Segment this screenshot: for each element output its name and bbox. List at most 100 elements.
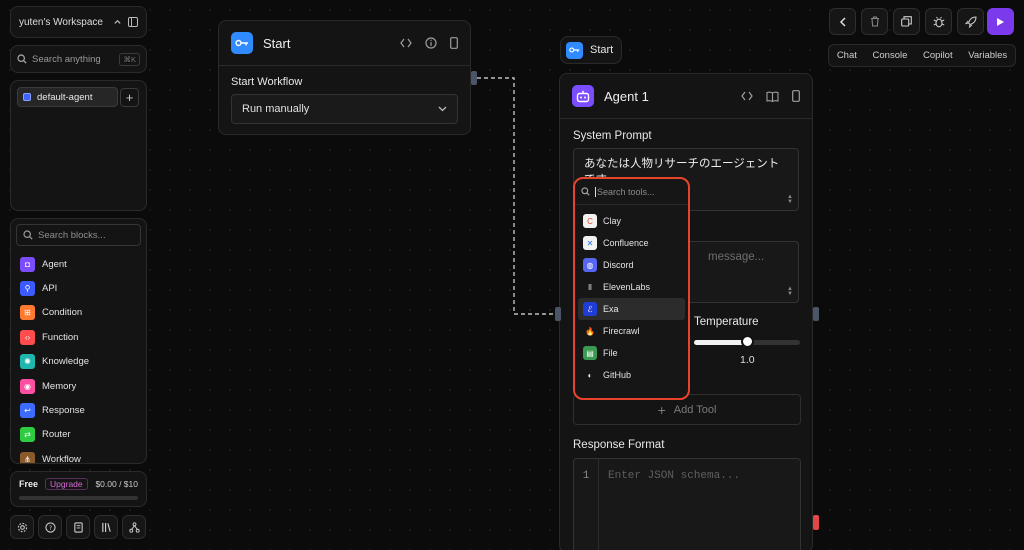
plan-usage: Free Upgrade $0.00 / $10 — [10, 471, 147, 507]
trigger-select[interactable]: Run manually — [231, 94, 458, 124]
block-agent[interactable]: ◘ Agent — [16, 252, 141, 276]
tool-label: File — [603, 348, 618, 358]
elevenlabs-icon: ll — [583, 280, 597, 294]
duplicate-icon[interactable] — [893, 8, 920, 35]
search-anything[interactable]: Search anything ⌘K — [10, 45, 147, 73]
sidebar-toggle-icon[interactable] — [128, 17, 138, 27]
temperature-slider-thumb[interactable] — [741, 335, 754, 348]
block-workflow[interactable]: ⋔ Workflow — [16, 447, 141, 464]
agent-item-default[interactable]: default-agent — [17, 87, 118, 107]
start-node-title: Start — [263, 35, 291, 51]
workspace-name: yuten's Workspace — [19, 16, 103, 28]
search-icon — [581, 187, 590, 196]
resize-arrows-icon: ▲ ▼ — [787, 194, 793, 205]
upgrade-button[interactable]: Upgrade — [45, 478, 88, 490]
tool-item-file[interactable]: ▤ File — [578, 342, 685, 364]
confluence-icon: ✕ — [583, 236, 597, 250]
github-icon: ◐ — [583, 368, 597, 382]
search-blocks-input[interactable]: Search blocks... — [16, 224, 141, 246]
usage-amount: $0.00 / $10 — [95, 479, 138, 489]
block-label: Workflow — [42, 453, 81, 464]
block-condition[interactable]: ⊞ Condition — [16, 301, 141, 325]
json-schema-editor[interactable]: 1 Enter JSON schema... — [573, 458, 801, 550]
tab-console[interactable]: Console — [873, 50, 908, 61]
panel-tabs: Chat Console Copilot Variables — [828, 44, 1016, 67]
code-icon[interactable] — [400, 37, 412, 49]
temperature-slider-fill — [694, 340, 747, 345]
start-key-icon — [231, 32, 253, 54]
block-label: Memory — [42, 380, 77, 392]
tab-copilot[interactable]: Copilot — [923, 50, 953, 61]
workspace-header[interactable]: yuten's Workspace — [10, 6, 147, 38]
discord-icon: ◍ — [583, 258, 597, 272]
search-anything-placeholder: Search anything — [32, 53, 101, 65]
bot-icon: ◘ — [20, 256, 35, 272]
memory-icon: ◉ — [20, 378, 35, 394]
temperature-label: Temperature — [694, 316, 759, 328]
tools-search-placeholder: Search tools... — [595, 186, 655, 197]
tools-dropdown[interactable]: Search tools... C Clay ✕ Confluence ◍ Disco… — [573, 177, 690, 400]
agent-node-header: Agent 1 — [560, 74, 812, 119]
network-icon[interactable] — [122, 515, 146, 539]
block-label: Router — [42, 429, 71, 441]
trash-icon[interactable] — [861, 8, 888, 35]
tools-search-input[interactable]: Search tools... — [575, 179, 688, 205]
tool-item-github[interactable]: ◐ GitHub — [578, 364, 685, 386]
tool-item-elevenlabs[interactable]: ll ElevenLabs — [578, 276, 685, 298]
rocket-icon[interactable] — [957, 8, 984, 35]
start-tag-label: Start — [590, 44, 614, 56]
agent-output-handle[interactable] — [813, 307, 819, 321]
bug-icon[interactable] — [925, 8, 952, 35]
mobile-icon[interactable] — [450, 37, 458, 49]
chevron-left-icon[interactable] — [829, 8, 856, 35]
tab-chat[interactable]: Chat — [837, 50, 857, 61]
temperature-value: 1.0 — [740, 354, 755, 366]
settings-icon[interactable] — [10, 515, 34, 539]
block-response[interactable]: ↩ Response — [16, 398, 141, 422]
tool-label: Firecrawl — [603, 326, 640, 336]
clay-icon: C — [583, 214, 597, 228]
trigger-value: Run manually — [242, 103, 310, 115]
function-icon: ‹› — [20, 329, 35, 345]
tool-item-firecrawl[interactable]: 🔥 Firecrawl — [578, 320, 685, 342]
agent-error-handle[interactable] — [813, 515, 819, 530]
block-api[interactable]: ⚲ API — [16, 276, 141, 300]
search-icon — [17, 54, 27, 64]
code-icon[interactable] — [741, 90, 753, 102]
tool-label: Discord — [603, 260, 634, 270]
mobile-icon[interactable] — [792, 90, 800, 102]
shortcut-badge: ⌘K — [119, 52, 140, 66]
tool-item-exa[interactable]: ℰ Exa — [578, 298, 685, 320]
book-icon[interactable] — [766, 90, 779, 102]
tool-item-clay[interactable]: C Clay — [578, 210, 685, 232]
help-icon[interactable]: ? — [38, 515, 62, 539]
play-icon[interactable] — [987, 8, 1014, 35]
library-icon[interactable] — [94, 515, 118, 539]
start-output-handle[interactable] — [471, 71, 477, 85]
block-label: Condition — [42, 307, 83, 319]
start-node[interactable]: Start Start Workflow Run manually — [218, 20, 471, 135]
exa-icon: ℰ — [583, 302, 597, 316]
add-agent-button[interactable]: + — [120, 88, 139, 107]
agent-input-handle[interactable] — [555, 307, 561, 321]
block-label: Response — [42, 405, 85, 417]
tool-label: GitHub — [603, 370, 632, 380]
svg-text:?: ? — [48, 523, 51, 531]
docs-icon[interactable] — [66, 515, 90, 539]
tool-item-confluence[interactable]: ✕ Confluence — [578, 232, 685, 254]
blocks-panel: Search blocks... ◘ Agent ⚲ API ⊞ Condition … — [10, 218, 147, 464]
system-prompt-label: System Prompt — [573, 130, 652, 142]
block-function[interactable]: ‹› Function — [16, 325, 141, 349]
agent-node-title: Agent 1 — [604, 88, 649, 104]
usage-bar — [19, 496, 138, 500]
block-knowledge[interactable]: ✺ Knowledge — [16, 350, 141, 374]
file-icon: ▤ — [583, 346, 597, 360]
firecrawl-icon: 🔥 — [583, 324, 597, 338]
tool-item-discord[interactable]: ◍ Discord — [578, 254, 685, 276]
chevron-down-icon[interactable] — [113, 18, 122, 27]
start-tag[interactable]: Start — [560, 36, 622, 64]
info-icon[interactable] — [425, 37, 437, 49]
tab-variables[interactable]: Variables — [968, 50, 1007, 61]
block-memory[interactable]: ◉ Memory — [16, 374, 141, 398]
block-router[interactable]: ⇄ Router — [16, 423, 141, 447]
